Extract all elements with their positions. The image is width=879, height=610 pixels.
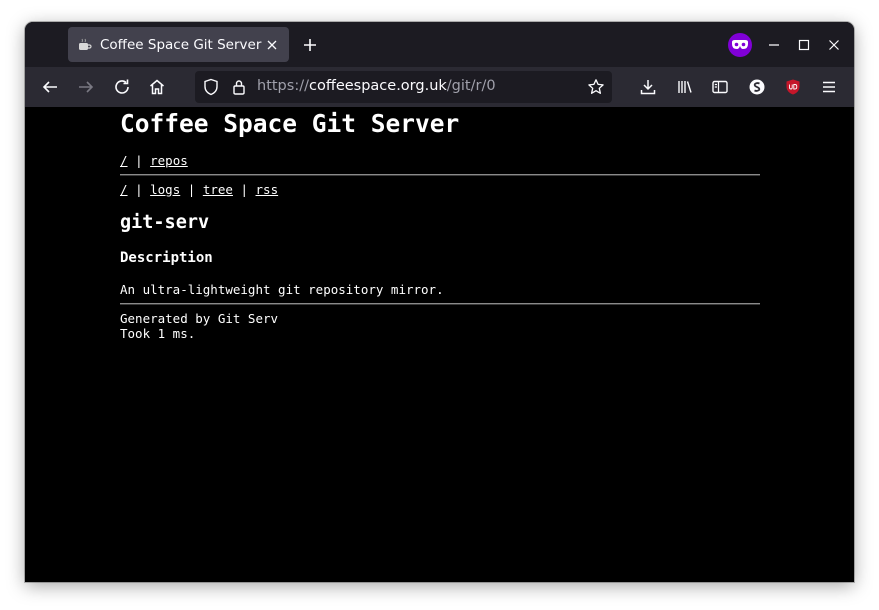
repo-name: git-serv (120, 212, 210, 233)
new-tab-button[interactable] (299, 34, 321, 56)
divider (120, 303, 760, 305)
minimize-button[interactable] (764, 35, 784, 55)
rss-link[interactable]: rss (256, 182, 279, 197)
site-title: Coffee Space Git Server (120, 109, 460, 138)
private-browsing-icon (728, 33, 752, 57)
root-link[interactable]: / (120, 153, 128, 168)
close-window-button[interactable] (824, 35, 844, 55)
description-text: An ultra-lightweight git repository mirr… (120, 282, 444, 297)
shield-icon[interactable] (199, 75, 223, 99)
maximize-button[interactable] (794, 35, 814, 55)
sync-account-icon[interactable] (745, 75, 769, 99)
repo-root-link[interactable]: / (120, 182, 128, 197)
close-tab-icon[interactable] (263, 36, 281, 54)
browser-window: Coffee Space Git Server https://coffeesp… (25, 22, 854, 582)
downloads-icon[interactable] (636, 75, 660, 99)
repos-link[interactable]: repos (150, 153, 188, 168)
url-path: /git/r/0 (446, 78, 496, 94)
active-tab[interactable]: Coffee Space Git Server (68, 27, 289, 62)
divider (120, 174, 760, 176)
page-content: Coffee Space Git Server / | repos / | lo… (25, 107, 854, 582)
bookmark-star-icon[interactable] (584, 75, 608, 99)
navigation-toolbar: https://coffeespace.org.uk/git/r/0 (25, 67, 854, 107)
tab-title: Coffee Space Git Server (100, 36, 262, 53)
back-button[interactable] (38, 75, 62, 99)
logs-link[interactable]: logs (150, 182, 180, 197)
tab-strip: Coffee Space Git Server (25, 22, 854, 67)
nav-separator: | (187, 182, 196, 197)
footer-generated: Generated by Git Serv (120, 311, 279, 326)
coffee-cup-icon (76, 36, 94, 54)
repo-nav: / | logs | tree | rss (120, 182, 278, 197)
lock-icon[interactable] (227, 75, 251, 99)
footer-timing: Took 1 ms. (120, 326, 196, 341)
description-heading: Description (120, 250, 213, 266)
tree-link[interactable]: tree (203, 182, 233, 197)
forward-button[interactable] (74, 75, 98, 99)
url-host: coffeespace.org.uk (308, 78, 447, 94)
nav-separator: | (135, 153, 143, 168)
ublock-origin-icon[interactable] (781, 75, 805, 99)
url-text[interactable]: https://coffeespace.org.uk/git/r/0 (257, 78, 496, 94)
menu-icon[interactable] (817, 75, 841, 99)
nav-separator: | (135, 182, 143, 197)
nav-separator: | (240, 182, 248, 197)
library-icon[interactable] (673, 75, 697, 99)
url-bar[interactable]: https://coffeespace.org.uk/git/r/0 (195, 71, 612, 103)
url-scheme: https:// (257, 78, 309, 94)
reload-button[interactable] (110, 75, 134, 99)
sidebar-icon[interactable] (708, 75, 732, 99)
main-nav: / | repos (120, 153, 188, 168)
home-button[interactable] (145, 75, 169, 99)
